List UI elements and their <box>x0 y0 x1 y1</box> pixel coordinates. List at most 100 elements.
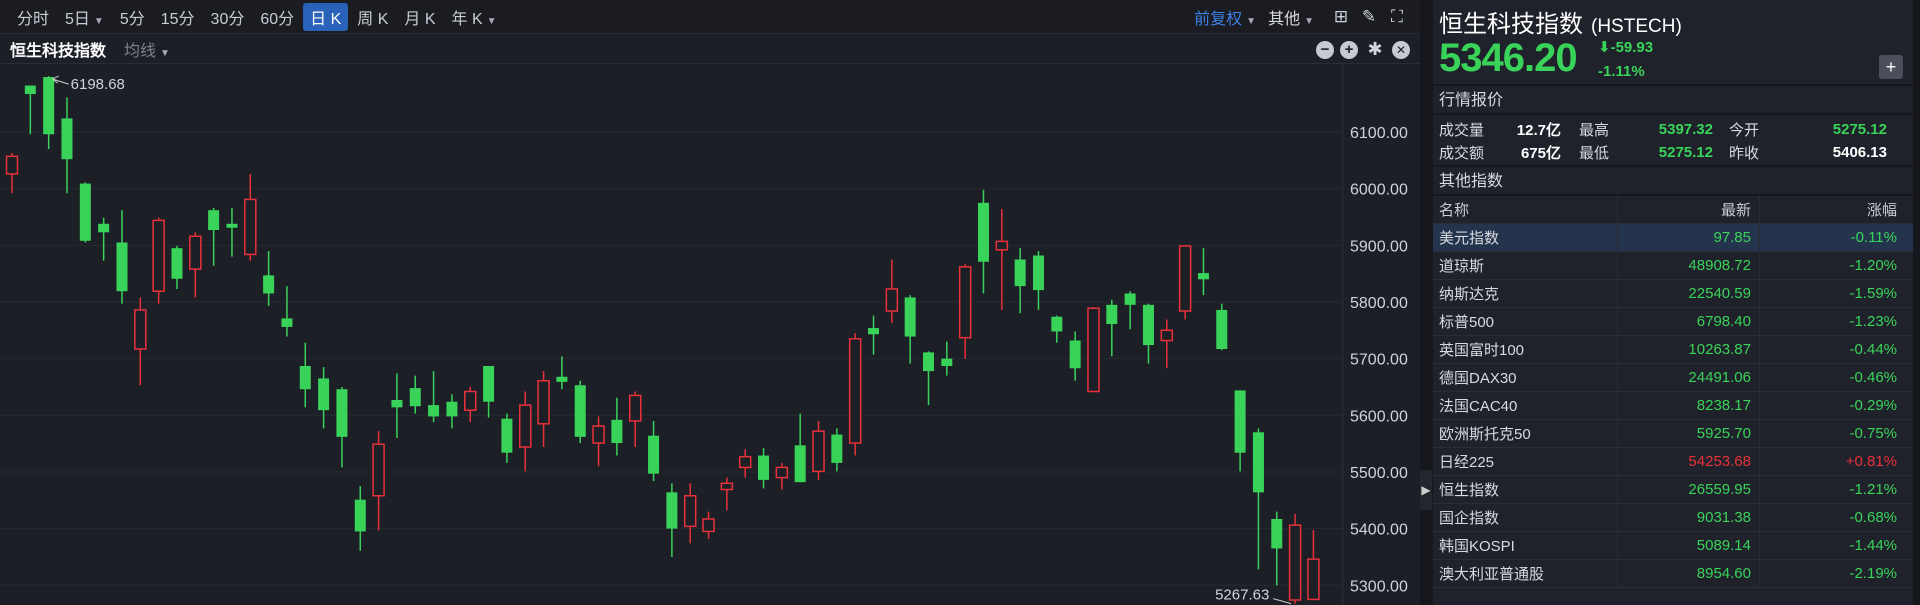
table-row[interactable]: 欧洲斯托克50 5925.70 -0.75% <box>1433 420 1913 448</box>
index-change: -0.68% <box>1849 509 1897 526</box>
period-toolbar: 分时 5日 ▼ 5分 15分 30分 60分 日 K 周 K 月 K 年 K ▼ 前… <box>0 0 1420 34</box>
index-last: 8954.60 <box>1618 560 1760 587</box>
zoom-out-icon[interactable]: − <box>1316 40 1334 59</box>
index-change: -0.11% <box>1850 229 1897 246</box>
candle-body <box>758 455 770 480</box>
period-5min[interactable]: 5分 <box>113 3 152 31</box>
other-dropdown[interactable]: 其他 ▼ <box>1268 5 1314 29</box>
index-last: 8238.17 <box>1618 392 1760 419</box>
candle-body <box>61 118 73 160</box>
candle-body <box>666 492 678 529</box>
period-monthly-k[interactable]: 月 K <box>397 3 442 31</box>
candle-body <box>1288 524 1302 601</box>
volume-label: 成交量 <box>1439 122 1485 139</box>
table-body: 美元指数 97.85 -0.11% 道琼斯 48908.72 -1.20% 纳斯达克 2254… <box>1433 224 1913 588</box>
table-row[interactable]: 英国富时100 10263.87 -0.44% <box>1433 336 1913 364</box>
price-change: ⬇-59.93 <box>1598 38 1653 56</box>
candlestick-chart[interactable]: 6100.00 6000.00 5900.00 5800.00 5700.00 5600.… <box>0 64 1420 605</box>
quote-stats: 成交量 12.7亿 最高 5397.32 今开 5275.12 成交额 675亿… <box>1433 115 1913 167</box>
period-daily-k[interactable]: 日 K <box>303 2 349 31</box>
amount-label: 成交额 <box>1439 145 1485 162</box>
candle-body <box>1142 304 1154 346</box>
period-5day[interactable]: 5日 ▼ <box>58 3 111 31</box>
candle-body <box>134 309 147 350</box>
y-tick-label: 6100.00 <box>1350 125 1408 142</box>
index-name: 澳大利亚普通股 <box>1433 560 1618 587</box>
table-row[interactable]: 德国DAX30 24491.06 -0.46% <box>1433 364 1913 392</box>
index-last: 54253.68 <box>1618 448 1760 475</box>
candle-body <box>885 288 899 312</box>
candle-body <box>794 445 806 483</box>
candle-body <box>244 198 257 256</box>
candle-body <box>848 338 862 444</box>
index-change: -0.29% <box>1849 397 1897 414</box>
col-name[interactable]: 名称 <box>1433 196 1618 223</box>
period-15min[interactable]: 15分 <box>154 3 202 31</box>
candle-body <box>79 183 91 241</box>
index-name: 美元指数 <box>1433 224 1618 251</box>
candle-body <box>720 482 734 491</box>
max-price-label: 6198.68 <box>71 76 125 93</box>
candle-body <box>1160 329 1174 342</box>
col-change[interactable]: 涨幅 <box>1760 196 1905 223</box>
candle-body <box>1307 558 1320 601</box>
close-icon[interactable]: ✕ <box>1392 40 1410 59</box>
high-value: 5397.32 <box>1658 121 1713 138</box>
candle-body <box>1087 307 1100 393</box>
table-row[interactable]: 美元指数 97.85 -0.11% <box>1433 224 1913 252</box>
ma-dropdown[interactable]: 均线 ▼ <box>124 37 170 61</box>
chevron-down-icon: ▼ <box>486 15 497 27</box>
amount-value: 675亿 <box>1520 145 1561 162</box>
period-yearly-k[interactable]: 年 K ▼ <box>445 3 504 31</box>
quote-panel: 恒生科技指数 (HSTECH) 5346.20 ⬇-59.93 -1.11% + … <box>1433 0 1913 605</box>
index-name-text: 恒生科技指数 <box>1439 11 1583 38</box>
chevron-down-icon: ▼ <box>93 15 104 27</box>
y-tick-label: 5600.00 <box>1350 408 1408 425</box>
candle-body <box>1014 259 1026 287</box>
candle-body <box>281 318 293 327</box>
candle-body <box>1178 245 1192 312</box>
add-watchlist-button[interactable]: + <box>1879 55 1903 79</box>
draw-brush-icon[interactable]: ✎ <box>1358 7 1380 27</box>
table-row[interactable]: 道琼斯 48908.72 -1.20% <box>1433 252 1913 280</box>
index-change: -0.75% <box>1849 425 1897 442</box>
min-price-label: 5267.63 <box>1215 587 1269 604</box>
candle-body <box>574 385 586 437</box>
candle-body <box>208 210 220 231</box>
index-name: 法国CAC40 <box>1433 392 1618 419</box>
adjust-dropdown[interactable]: 前复权 ▼ <box>1194 5 1256 29</box>
period-60min[interactable]: 60分 <box>253 3 301 31</box>
zoom-in-icon[interactable]: + <box>1340 40 1358 59</box>
table-row[interactable]: 国企指数 9031.38 -0.68% <box>1433 504 1913 532</box>
table-row[interactable]: 日经225 54253.68 +0.81% <box>1433 448 1913 476</box>
settings-gear-icon[interactable]: ✱ <box>1364 39 1386 60</box>
index-change: -1.20% <box>1849 257 1897 274</box>
candle-body <box>372 443 385 497</box>
table-row[interactable]: 标普500 6798.40 -1.23% <box>1433 308 1913 336</box>
col-last[interactable]: 最新 <box>1618 196 1760 223</box>
index-change: -2.19% <box>1849 565 1897 582</box>
layout-grid-icon[interactable]: ⊞ <box>1330 7 1352 27</box>
candle-body <box>537 379 550 425</box>
period-intraday[interactable]: 分时 <box>10 3 56 31</box>
collapse-panel-handle[interactable]: ▶ <box>1420 470 1432 510</box>
candle-body <box>428 405 440 417</box>
period-30min[interactable]: 30分 <box>204 3 252 31</box>
candle-body <box>1069 340 1081 369</box>
candle-body <box>446 401 458 417</box>
period-weekly-k[interactable]: 周 K <box>350 3 395 31</box>
table-row[interactable]: 澳大利亚普通股 8954.60 -2.19% <box>1433 560 1913 588</box>
table-row[interactable]: 法国CAC40 8238.17 -0.29% <box>1433 392 1913 420</box>
index-last: 6798.40 <box>1618 308 1760 335</box>
chart-controls: − + ✱ ✕ <box>1316 35 1410 64</box>
y-tick-label: 5700.00 <box>1350 352 1408 369</box>
candle-body <box>812 430 825 473</box>
index-change: +0.81% <box>1845 453 1897 470</box>
fullscreen-icon[interactable]: ⛶ <box>1386 7 1408 27</box>
candle-body <box>464 390 477 411</box>
table-row[interactable]: 韩国KOSPI 5089.14 -1.44% <box>1433 532 1913 560</box>
quote-row: 成交量 12.7亿 最高 5397.32 今开 5275.12 <box>1439 118 1907 141</box>
table-row[interactable]: 纳斯达克 22540.59 -1.59% <box>1433 280 1913 308</box>
table-row[interactable]: 恒生指数 26559.95 -1.21% <box>1433 476 1913 504</box>
candle-body <box>611 419 623 444</box>
